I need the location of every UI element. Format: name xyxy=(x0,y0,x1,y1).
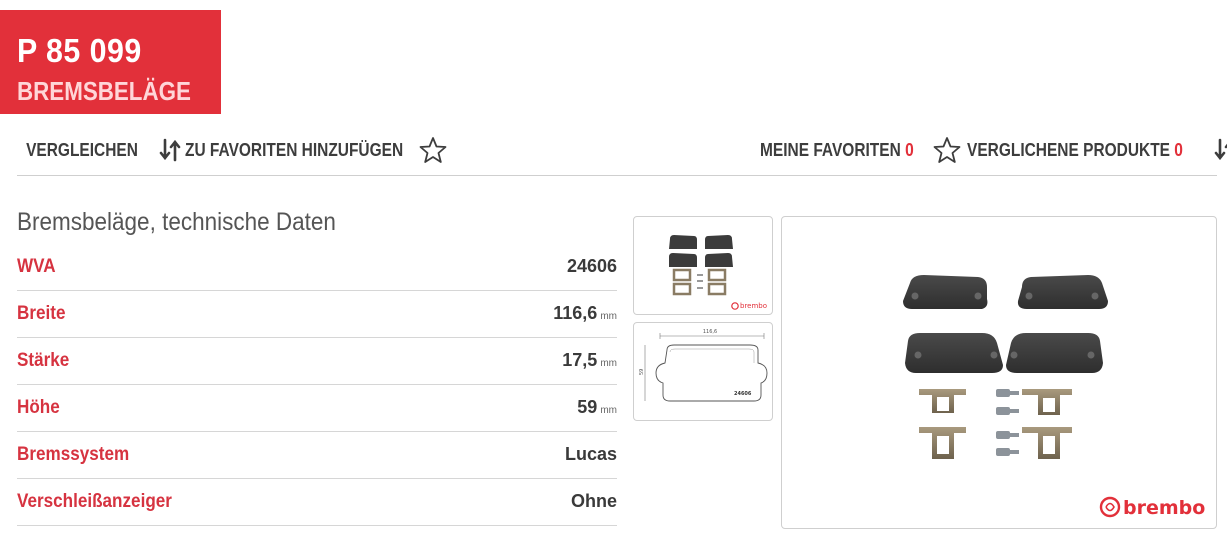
spec-value: Ohne xyxy=(571,491,617,512)
spec-row-bremssystem: Bremssystem Lucas xyxy=(17,432,617,479)
add-favorites-button[interactable]: ZU FAVORITEN HINZUFÜGEN xyxy=(185,132,447,168)
spec-value: 24606 xyxy=(567,256,617,277)
drawing-wva-label: 24606 xyxy=(734,391,752,397)
spec-value: 116,6 mm xyxy=(553,303,617,324)
my-favorites-link[interactable]: MEINE FAVORITEN 0 xyxy=(760,132,961,168)
product-header-badge: P 85 099 BREMSBELÄGE xyxy=(0,10,221,114)
spec-unit: mm xyxy=(600,358,617,369)
spec-value-number: Ohne xyxy=(570,491,617,511)
spec-row-wva: WVA 24606 xyxy=(17,244,617,291)
brake-pads-thumbnail-image: brembo xyxy=(669,235,767,310)
technical-drawing-image: 116,6 59 24606 xyxy=(639,329,768,402)
my-favorites-count: 0 xyxy=(905,139,914,160)
brake-pad xyxy=(1017,275,1108,309)
spec-label: Bremssystem xyxy=(17,444,130,465)
brembo-logo: brembo xyxy=(1099,496,1205,519)
add-favorites-label: ZU FAVORITEN HINZUFÜGEN xyxy=(185,139,404,160)
star-icon xyxy=(933,136,961,164)
spec-value-number: 59 xyxy=(577,397,598,417)
main-product-image: brembo xyxy=(781,216,1217,529)
compare-label: VERGLEICHEN xyxy=(26,139,138,160)
retaining-clip xyxy=(1022,427,1072,459)
spec-value-number: 24606 xyxy=(566,256,617,276)
bolt xyxy=(996,389,1019,456)
compare-arrows-icon xyxy=(1212,137,1227,163)
drawing-width-label: 116,6 xyxy=(703,329,717,335)
toolbar-divider xyxy=(17,175,1217,176)
spec-row-breite: Breite 116,6 mm xyxy=(17,291,617,338)
compared-products-link[interactable]: VERGLICHENE PRODUKTE 0 xyxy=(967,132,1227,168)
thumbnail-technical-drawing[interactable]: 116,6 59 24606 xyxy=(633,322,773,421)
product-toolbar: VERGLEICHEN ZU FAVORITEN HINZUFÜGEN MEIN… xyxy=(17,132,1227,168)
brake-pads-illustration: brembo xyxy=(903,275,1205,519)
spec-value-number: 116,6 xyxy=(553,303,598,323)
spec-label: WVA xyxy=(17,256,56,277)
retaining-clip xyxy=(919,427,966,459)
spec-unit: mm xyxy=(600,311,617,322)
spec-row-staerke: Stärke 17,5 mm xyxy=(17,338,617,385)
specs-title: Bremsbeläge, technische Daten xyxy=(17,208,336,236)
star-icon xyxy=(419,136,447,164)
product-type: BREMSBELÄGE xyxy=(17,76,191,106)
spec-label: Stärke xyxy=(17,350,70,371)
spec-label: Breite xyxy=(17,303,66,324)
specs-table: WVA 24606 Breite 116,6 mm Stärke 17,5 mm H… xyxy=(17,244,617,526)
my-favorites-label: MEINE FAVORITEN xyxy=(760,139,901,160)
retaining-clip xyxy=(919,389,966,413)
brembo-logo-text: brembo xyxy=(1123,497,1205,519)
spec-row-hoehe: Höhe 59 mm xyxy=(17,385,617,432)
brake-pad xyxy=(903,275,988,309)
thumbnail-product-photo[interactable]: brembo xyxy=(633,216,773,315)
drawing-height-label: 59 xyxy=(639,369,645,375)
compared-products-label: VERGLICHENE PRODUKTE xyxy=(967,139,1170,160)
spec-value: 17,5 mm xyxy=(562,350,617,371)
thumbnail-logo-text: brembo xyxy=(740,302,767,310)
spec-value: 59 mm xyxy=(577,397,617,418)
retaining-clip xyxy=(1022,389,1072,415)
spec-value-number: Lucas xyxy=(564,444,617,464)
spec-label: Verschleißanzeiger xyxy=(17,491,172,512)
compared-products-count: 0 xyxy=(1174,139,1183,160)
spec-value-number: 17,5 xyxy=(562,350,598,370)
spec-row-verschleissanzeiger: Verschleißanzeiger Ohne xyxy=(17,479,617,526)
compare-arrows-icon xyxy=(157,137,183,163)
product-code: P 85 099 xyxy=(17,32,142,69)
compare-button[interactable]: VERGLEICHEN xyxy=(17,132,183,168)
spec-unit: mm xyxy=(600,405,617,416)
spec-value: Lucas xyxy=(565,444,617,465)
spec-label: Höhe xyxy=(17,397,60,418)
